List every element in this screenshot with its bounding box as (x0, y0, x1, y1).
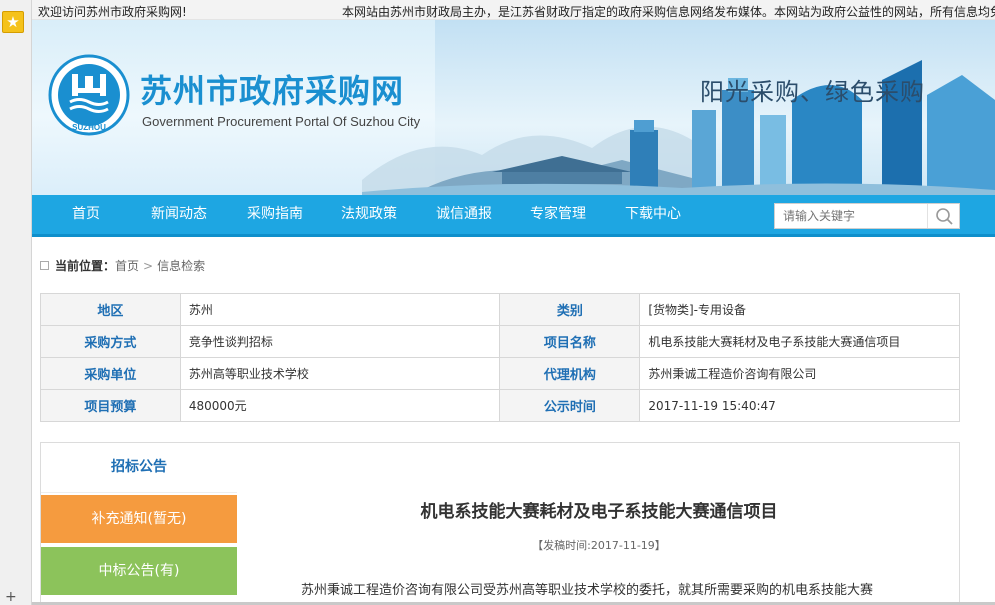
agency-value: 苏州秉诚工程造价咨询有限公司 (639, 357, 960, 390)
table-row: 采购方式 竞争性谈判招标 项目名称 机电系技能大赛耗材及电子系技能大赛通信项目 (40, 325, 960, 358)
suzhou-logo-emblem: SUZHOU (48, 54, 130, 136)
budget-value: 480000元 (179, 389, 501, 422)
star-icon[interactable]: ★ (2, 11, 24, 33)
project-info-table: 地区 苏州 类别 [货物类]-专用设备 采购方式 竞争性谈判招标 项目名称 机电… (40, 293, 960, 422)
budget-label: 项目预算 (40, 389, 181, 422)
category-label: 类别 (499, 293, 641, 326)
article-title: 机电系技能大赛耗材及电子系技能大赛通信项目 (420, 502, 778, 522)
method-label: 采购方式 (40, 325, 181, 358)
breadcrumb-current: 信息检索 (157, 259, 206, 273)
welcome-text: 欢迎访问苏州市政府采购网! (38, 5, 187, 19)
agency-label: 代理机构 (499, 357, 641, 390)
breadcrumb-label: 当前位置： (55, 259, 116, 273)
announcement-panel: 招标公告 补充通知(暂无) 中标公告(有) 机电系技能大赛耗材及电子系技能大赛通… (40, 442, 960, 605)
breadcrumb: 当前位置：首页 > 信息检索 (40, 257, 205, 275)
project-name-value: 机电系技能大赛耗材及电子系技能大赛通信项目 (639, 325, 960, 358)
tab-supplement-notice[interactable]: 补充通知(暂无) (41, 495, 237, 543)
breadcrumb-home[interactable]: 首页 (115, 259, 139, 273)
nav-news[interactable]: 新闻动态 (151, 195, 207, 234)
region-value: 苏州 (179, 293, 501, 326)
article-body: 苏州秉诚工程造价咨询有限公司受苏州高等职业技术学校的委托，就其所需要采购的机电系… (301, 583, 874, 598)
publish-time-value: 2017-11-19 15:40:47 (639, 389, 960, 422)
nav-home[interactable]: 首页 (72, 195, 100, 234)
tab-tender-notice[interactable]: 招标公告 (41, 443, 237, 493)
search-button[interactable] (927, 204, 959, 228)
header-banner: SUZHOU 苏州市政府采购网 Government Procurement P… (32, 20, 995, 195)
browser-sidebar: ★ + (0, 0, 32, 605)
nav-guide[interactable]: 采购指南 (247, 195, 303, 234)
announcement-tabs: 招标公告 补充通知(暂无) 中标公告(有) (41, 443, 237, 605)
tab-award-notice[interactable]: 中标公告(有) (41, 547, 237, 595)
category-value: [货物类]-专用设备 (639, 293, 960, 326)
slogan-text: 阳光采购、绿色采购 (700, 78, 925, 106)
publish-time-label: 公示时间 (499, 389, 641, 422)
region-label: 地区 (40, 293, 181, 326)
nav-downloads[interactable]: 下载中心 (625, 195, 681, 234)
nav-regulations[interactable]: 法规政策 (341, 195, 397, 234)
nav-credit[interactable]: 诚信通报 (436, 195, 492, 234)
table-row: 地区 苏州 类别 [货物类]-专用设备 (40, 293, 960, 326)
site-subtitle: Government Procurement Portal Of Suzhou … (142, 114, 421, 129)
nav-experts[interactable]: 专家管理 (530, 195, 586, 234)
method-value: 竞争性谈判招标 (179, 325, 501, 358)
plus-icon[interactable]: + (5, 590, 17, 604)
project-name-label: 项目名称 (499, 325, 641, 358)
table-row: 项目预算 480000元 公示时间 2017-11-19 15:40:47 (40, 389, 960, 422)
location-icon (40, 261, 49, 270)
site-notice-text: 本网站由苏州市财政局主办，是江苏省财政厅指定的政府采购信息网络发布媒体。本网站为… (342, 5, 995, 19)
table-row: 采购单位 苏州高等职业技术学校 代理机构 苏州秉诚工程造价咨询有限公司 (40, 357, 960, 390)
search-icon (936, 208, 953, 225)
purchaser-value: 苏州高等职业技术学校 (179, 357, 501, 390)
site-title[interactable]: 苏州市政府采购网 (140, 66, 404, 112)
search-input[interactable] (775, 204, 927, 228)
purchaser-label: 采购单位 (40, 357, 181, 390)
search-box (774, 203, 960, 229)
top-notice-bar: 欢迎访问苏州市政府采购网! 本网站由苏州市财政局主办，是江苏省财政厅指定的政府采… (32, 0, 995, 20)
main-nav: 首页 新闻动态 采购指南 法规政策 诚信通报 专家管理 下载中心 (32, 195, 995, 237)
logo-text: SUZHOU (72, 123, 106, 132)
article-date: 【发稿时间:2017-11-19】 (532, 539, 666, 552)
chevron-right-icon: > (143, 259, 154, 273)
